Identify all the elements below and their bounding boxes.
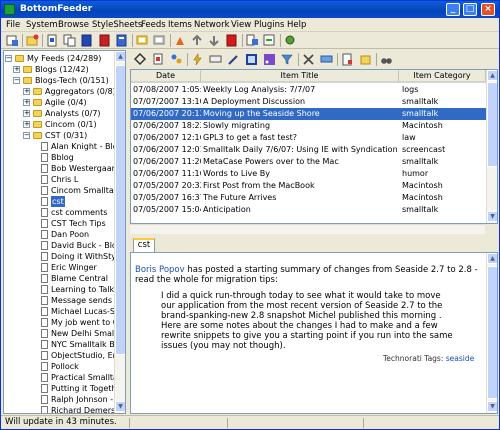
menu-browse[interactable]: Browse: [58, 19, 89, 31]
menu-feeds[interactable]: Feeds: [141, 19, 166, 31]
delete-icon[interactable]: [302, 53, 315, 66]
menu-system[interactable]: System: [26, 19, 58, 31]
settings-icon[interactable]: [284, 34, 297, 47]
window-title: BottomFeeder: [20, 4, 93, 14]
red-book-icon[interactable]: [98, 34, 111, 47]
menu-plugins[interactable]: Plugins: [254, 19, 284, 31]
print-icon[interactable]: [359, 53, 372, 66]
list-row[interactable]: 07/05/2007 16:37:2The Future ArrivesMaci…: [131, 192, 486, 204]
feed-tree[interactable]: − My Feeds (24/289) + Blogs (12/42) − Bl…: [3, 50, 126, 414]
tree-scrollbar[interactable]: ▲ ▼: [114, 51, 125, 413]
red-flag-icon[interactable]: [225, 34, 238, 47]
tree-scroll-thumb[interactable]: [115, 65, 125, 355]
rss-icon[interactable]: [263, 53, 276, 66]
update-icon[interactable]: [174, 34, 187, 47]
status-bar: Will update in 43 minutes.: [1, 415, 499, 429]
item-intro-text: has posted a starting summary of changes…: [135, 265, 478, 285]
title-bar: BottomFeeder _ □ ×: [1, 1, 499, 18]
blue-book-icon[interactable]: [80, 34, 93, 47]
new-folder-icon[interactable]: [26, 34, 39, 47]
disk-icon[interactable]: [209, 53, 222, 66]
tag-link-seaside[interactable]: seaside: [446, 354, 474, 363]
list-row[interactable]: 07/06/2007 11:20:4MetaCase Powers over t…: [131, 156, 486, 168]
list-row[interactable]: 07/06/2007 11:16:1Words to Live Byhumor: [131, 168, 486, 180]
main-toolbar: [1, 32, 499, 49]
list-row-selected[interactable]: 07/06/2007 20:12:1Moving up the Seaside …: [131, 108, 486, 120]
menu-view[interactable]: View: [231, 19, 251, 31]
blue-folder-icon[interactable]: [115, 34, 128, 47]
tags-label: Technorati Tags:: [383, 354, 446, 363]
item-doc-icon[interactable]: [152, 53, 165, 66]
scroll-down-icon[interactable]: ▼: [487, 211, 497, 222]
subscribe-icon[interactable]: [6, 34, 19, 47]
item-content-pane: Boris Popov has posted a starting summar…: [130, 252, 498, 414]
lightning-icon[interactable]: [191, 53, 204, 66]
binoculars-icon[interactable]: [380, 53, 393, 66]
content-scroll-thumb[interactable]: [487, 266, 497, 399]
menu-items[interactable]: Items: [168, 19, 192, 31]
menu-bar: File System Browse StyleSheets Feeds Ite…: [1, 18, 499, 32]
column-header-date[interactable]: Date: [131, 70, 201, 83]
scroll-up-icon[interactable]: ▲: [487, 253, 497, 264]
people-icon[interactable]: [170, 53, 183, 66]
list-horizontal-scrollbar[interactable]: [130, 224, 485, 234]
new-feed-icon[interactable]: [46, 34, 59, 47]
import-icon[interactable]: [263, 34, 276, 47]
scroll-down-icon[interactable]: ▼: [115, 401, 125, 412]
cut-icon[interactable]: [320, 53, 333, 66]
column-header-title[interactable]: Item Title: [201, 70, 399, 83]
item-quote: I did a quick run-through today to see w…: [161, 291, 453, 351]
tab-strip: cst: [130, 236, 498, 252]
menu-stylesheets[interactable]: StyleSheets: [92, 19, 142, 31]
export-icon[interactable]: [246, 34, 259, 47]
scroll-up-icon[interactable]: ▲: [487, 70, 497, 81]
copy-feed-icon[interactable]: [63, 34, 76, 47]
list-row[interactable]: 07/05/2007 20:32:5First Post from the Ma…: [131, 180, 486, 192]
forward-arrow-icon[interactable]: [208, 34, 221, 47]
minimize-button[interactable]: _: [446, 3, 460, 16]
list-scroll-thumb[interactable]: [487, 82, 497, 167]
menu-network[interactable]: Network: [194, 19, 230, 31]
item-toolbar: [130, 51, 498, 67]
technorati-tags: Technorati Tags: seaside: [383, 354, 474, 363]
close-button[interactable]: ×: [481, 3, 495, 16]
list-row[interactable]: 07/05/2007 15:04:3Anticipationsmalltalk: [131, 204, 486, 216]
item-list[interactable]: Date Item Title Item Category 07/08/2007…: [130, 69, 498, 224]
back-arrow-icon[interactable]: [191, 34, 204, 47]
scroll-down-icon[interactable]: ▼: [487, 401, 497, 412]
item-body: Boris Popov has posted a starting summar…: [135, 265, 480, 351]
maximize-button[interactable]: □: [463, 3, 477, 16]
menu-file[interactable]: File: [6, 19, 20, 31]
list-scrollbar[interactable]: ▲ ▼: [486, 70, 497, 223]
app-window: BottomFeeder _ □ × File System Browse St…: [0, 0, 500, 430]
content-scrollbar[interactable]: ▲ ▼: [486, 253, 497, 413]
mark-read-icon[interactable]: [136, 34, 149, 47]
list-row[interactable]: 07/07/2007 13:10:1A Deployment Discussio…: [131, 96, 486, 108]
mark-unread-icon[interactable]: [153, 34, 166, 47]
list-row[interactable]: 07/08/2007 1:05:36Weekly Log Analysis: 7…: [131, 84, 486, 96]
status-text: Will update in 43 minutes.: [5, 417, 117, 427]
list-row[interactable]: 07/06/2007 12:16:3GPL3 to get a fast tes…: [131, 132, 486, 144]
refresh-icon[interactable]: [134, 53, 147, 66]
menu-help[interactable]: Help: [287, 19, 306, 31]
list-row[interactable]: 07/06/2007 18:22:4Slowly migratingMacint…: [131, 120, 486, 132]
column-header-category[interactable]: Item Category: [399, 70, 486, 83]
author-link[interactable]: Boris Popov: [135, 265, 185, 275]
list-row[interactable]: 07/06/2007 12:01:0Smalltalk Daily 7/6/07…: [131, 144, 486, 156]
page-icon[interactable]: [341, 53, 354, 66]
tab-cst[interactable]: cst: [133, 238, 155, 252]
pen-icon[interactable]: [227, 53, 240, 66]
web-icon[interactable]: [245, 53, 258, 66]
filter-icon[interactable]: [281, 53, 294, 66]
app-icon: [4, 4, 15, 15]
scroll-up-icon[interactable]: ▲: [115, 51, 125, 62]
